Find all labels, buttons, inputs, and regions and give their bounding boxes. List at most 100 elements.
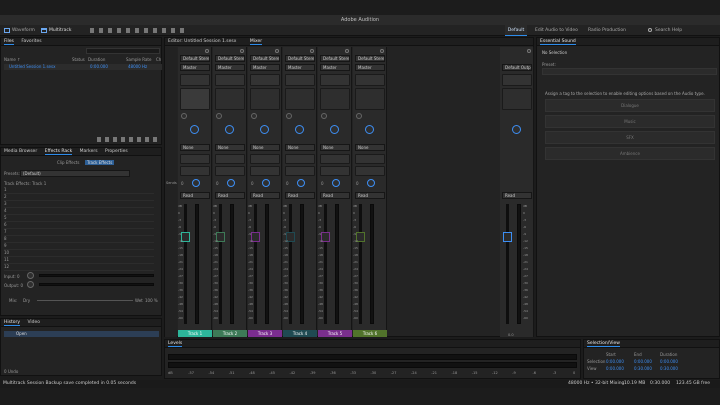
effect-slot[interactable]: 10 xyxy=(4,250,154,257)
track-name-bar[interactable]: Track 5 xyxy=(318,330,352,337)
fx-slots[interactable] xyxy=(320,88,350,110)
automation-mode-select[interactable]: Read xyxy=(180,192,210,199)
fx-slots[interactable] xyxy=(215,88,245,110)
tab-properties[interactable]: Properties xyxy=(105,149,128,154)
output-level-knob[interactable] xyxy=(27,281,34,288)
eq-graph[interactable] xyxy=(215,154,245,164)
eq-graph[interactable] xyxy=(180,154,210,164)
col-sample-rate[interactable]: Sample Rate xyxy=(126,57,151,62)
tab-markers[interactable]: Markers xyxy=(80,149,98,154)
fx-buttons[interactable] xyxy=(250,74,280,86)
effect-slot[interactable]: 6 xyxy=(4,222,154,229)
track-name-bar[interactable]: Track 6 xyxy=(353,330,387,337)
output-select[interactable]: Master xyxy=(250,64,280,71)
music-button[interactable]: Music xyxy=(545,115,715,128)
ambience-button[interactable]: Ambience xyxy=(545,147,715,160)
fx-buttons[interactable] xyxy=(215,74,245,86)
master-fader-handle[interactable] xyxy=(503,232,512,242)
effect-slot[interactable]: 4 xyxy=(4,208,154,215)
pan-knob[interactable] xyxy=(295,125,304,134)
automation-mode-select[interactable]: Read xyxy=(215,192,245,199)
send-select[interactable]: None xyxy=(180,144,210,151)
send-knob[interactable] xyxy=(216,113,222,119)
fx-slots[interactable] xyxy=(285,88,315,110)
send-knob[interactable] xyxy=(181,113,187,119)
files-bottom-icons[interactable] xyxy=(97,137,159,142)
automation-mode-select[interactable]: Read xyxy=(285,192,315,199)
sv-view-duration[interactable]: 0:30.000 xyxy=(660,366,678,371)
subtab-clip-effects[interactable]: Clip Effects xyxy=(57,160,79,165)
master-output-select[interactable]: Default Outp xyxy=(502,64,532,71)
automation-mode-select[interactable]: Read xyxy=(320,192,350,199)
input-select[interactable]: Default Stere xyxy=(215,55,245,62)
mix-slider[interactable] xyxy=(37,300,133,301)
pan-knob[interactable] xyxy=(330,125,339,134)
pan-knob-2[interactable] xyxy=(227,179,235,187)
send-knob[interactable] xyxy=(251,113,257,119)
eq-graph[interactable] xyxy=(285,154,315,164)
file-row[interactable]: Untitled Session 1.sesx 0:00.000 48000 H… xyxy=(4,64,162,70)
output-select[interactable]: Master xyxy=(180,64,210,71)
output-select[interactable]: Master xyxy=(355,64,385,71)
fx-buttons[interactable] xyxy=(285,74,315,86)
sv-view-start[interactable]: 0:00.000 xyxy=(606,366,624,371)
sv-selection-end[interactable]: 0:00.000 xyxy=(634,359,652,364)
pan-knob-2[interactable] xyxy=(332,179,340,187)
send-select[interactable]: None xyxy=(320,144,350,151)
col-status[interactable]: Status xyxy=(72,57,85,62)
search-help-input[interactable]: Search Help xyxy=(655,25,682,36)
subtab-track-effects[interactable]: Track Effects xyxy=(85,160,115,165)
eq-graph-2[interactable] xyxy=(180,166,210,176)
fx-buttons[interactable] xyxy=(180,74,210,86)
effect-slot[interactable]: 3 xyxy=(4,201,154,208)
effect-slot[interactable]: 11 xyxy=(4,257,154,264)
eq-graph-2[interactable] xyxy=(250,166,280,176)
eq-graph-2[interactable] xyxy=(355,166,385,176)
effect-slot[interactable]: 8 xyxy=(4,236,154,243)
workspace-default-tab[interactable]: Default xyxy=(505,25,527,36)
pan-knob[interactable] xyxy=(260,125,269,134)
effect-slot[interactable]: 9 xyxy=(4,243,154,250)
send-knob[interactable] xyxy=(356,113,362,119)
sv-selection-duration[interactable]: 0:00.000 xyxy=(660,359,678,364)
input-select[interactable]: Default Stere xyxy=(355,55,385,62)
pan-knob-2[interactable] xyxy=(367,179,375,187)
track-name-bar[interactable]: Track 2 xyxy=(213,330,247,337)
pan-knob-2[interactable] xyxy=(297,179,305,187)
send-knob[interactable] xyxy=(321,113,327,119)
eq-graph[interactable] xyxy=(250,154,280,164)
tab-media-browser[interactable]: Media Browser xyxy=(4,149,37,154)
master-automation-select[interactable]: Read xyxy=(502,192,532,199)
sv-selection-start[interactable]: 0:00.000 xyxy=(606,359,624,364)
automation-mode-select[interactable]: Read xyxy=(250,192,280,199)
effect-slot[interactable]: 7 xyxy=(4,229,154,236)
pan-knob-2[interactable] xyxy=(262,179,270,187)
tab-video[interactable]: Video xyxy=(27,320,40,325)
master-fx-buttons[interactable] xyxy=(502,74,532,86)
presets-select[interactable]: (Default) xyxy=(20,170,130,177)
tab-mixer[interactable]: Mixer xyxy=(249,39,263,45)
tool-icons[interactable] xyxy=(90,28,185,33)
master-pan-knob[interactable] xyxy=(512,125,521,134)
output-select[interactable]: Master xyxy=(320,64,350,71)
sfx-button[interactable]: SFX xyxy=(545,131,715,144)
effect-slot[interactable]: 1 xyxy=(4,187,154,194)
output-select[interactable]: Master xyxy=(285,64,315,71)
eq-graph[interactable] xyxy=(355,154,385,164)
history-item[interactable]: Open xyxy=(4,331,159,337)
eq-graph-2[interactable] xyxy=(285,166,315,176)
files-search-input[interactable] xyxy=(86,48,160,54)
input-level-knob[interactable] xyxy=(27,272,34,279)
send-knob[interactable] xyxy=(286,113,292,119)
tab-favorites[interactable]: Favorites xyxy=(21,39,41,44)
workspace-edit-video-tab[interactable]: Edit Audio to Video xyxy=(535,25,578,36)
send-select[interactable]: None xyxy=(355,144,385,151)
input-select[interactable]: Default Stere xyxy=(250,55,280,62)
dialogue-button[interactable]: Dialogue xyxy=(545,99,715,112)
col-duration[interactable]: Duration xyxy=(88,57,105,62)
eq-graph[interactable] xyxy=(320,154,350,164)
tab-editor[interactable]: Editor: Untitled Session 1.sesx xyxy=(168,39,236,44)
workspace-radio-tab[interactable]: Radio Production xyxy=(588,25,626,36)
pan-knob[interactable] xyxy=(190,125,199,134)
fx-buttons[interactable] xyxy=(355,74,385,86)
